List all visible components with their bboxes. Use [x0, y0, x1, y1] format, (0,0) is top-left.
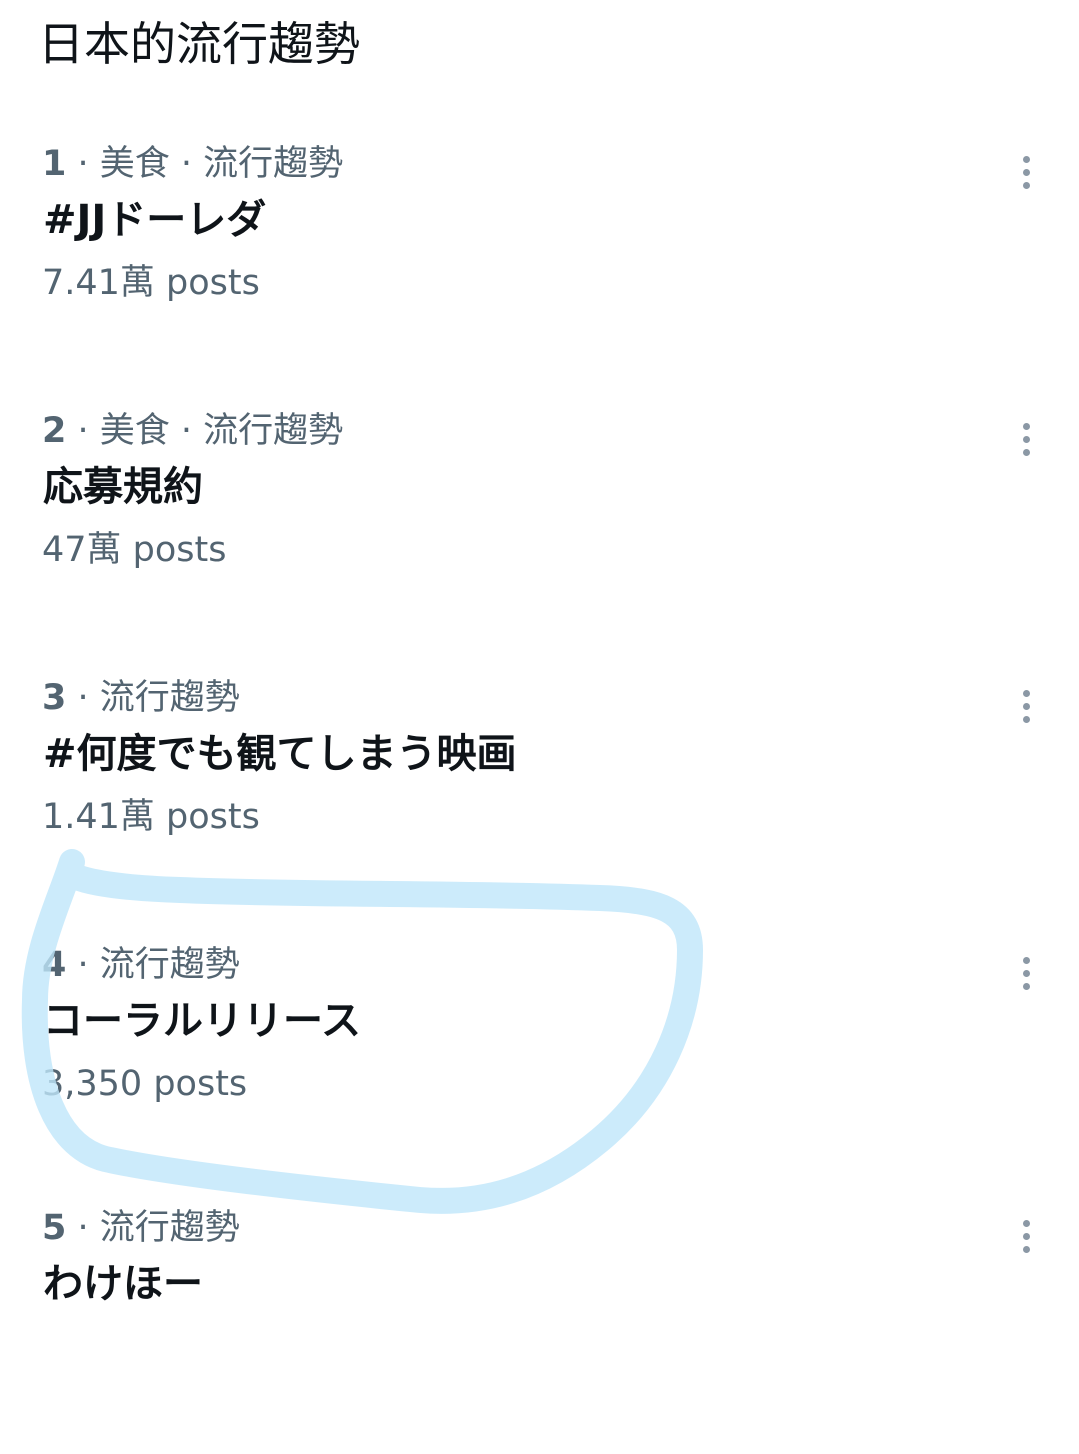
trend-name[interactable]: 応募規約: [43, 455, 203, 519]
more-vertical-icon: [1022, 956, 1030, 964]
more-options-button[interactable]: [1006, 943, 1046, 1003]
trend-meta: 4 · 流行趨勢: [42, 945, 240, 985]
trend-context: 美食 · 流行趨勢: [99, 411, 344, 451]
more-vertical-icon: [1022, 155, 1030, 163]
trend-context: 流行趨勢: [99, 1208, 240, 1248]
trend-context: 流行趨勢: [99, 945, 240, 985]
trend-meta: 1 · 美食 · 流行趨勢: [42, 144, 344, 184]
trend-name[interactable]: わけほー: [43, 1252, 203, 1316]
trend-post-count: 7.41萬 posts: [42, 263, 260, 303]
trend-rank: 1: [42, 144, 67, 184]
trend-rank: 5: [42, 1208, 67, 1248]
trend-post-count: 1.41萬 posts: [42, 797, 260, 837]
more-options-button[interactable]: [1006, 1206, 1046, 1266]
trend-rank: 4: [42, 945, 67, 985]
trend-rank: 2: [42, 411, 67, 451]
trend-item-4[interactable]: 4 · 流行趨勢 コーラルリリース 3,350 posts: [0, 941, 1079, 1191]
trend-item-2[interactable]: 2 · 美食 · 流行趨勢 応募規約 47萬 posts: [0, 407, 1079, 657]
trend-item-3[interactable]: 3 · 流行趨勢 #何度でも観てしまう映画 1.41萬 posts: [0, 674, 1079, 924]
page-title: 日本的流行趨勢: [38, 17, 360, 71]
more-vertical-icon: [1022, 689, 1030, 697]
trend-meta: 2 · 美食 · 流行趨勢: [42, 411, 344, 451]
trend-meta: 5 · 流行趨勢: [42, 1208, 240, 1248]
more-options-button[interactable]: [1006, 676, 1046, 736]
trend-name[interactable]: コーラルリリース: [43, 989, 361, 1053]
more-options-button[interactable]: [1006, 409, 1046, 469]
trend-meta: 3 · 流行趨勢: [42, 678, 240, 718]
trend-rank: 3: [42, 678, 67, 718]
trend-item-1[interactable]: 1 · 美食 · 流行趨勢 #JJドーレダ 7.41萬 posts: [0, 140, 1079, 390]
trend-item-5[interactable]: 5 · 流行趨勢 わけほー: [0, 1204, 1079, 1454]
trend-post-count: 3,350 posts: [42, 1064, 248, 1104]
more-vertical-icon: [1022, 1219, 1030, 1227]
trend-name[interactable]: #何度でも観てしまう映画: [43, 722, 517, 786]
trend-context: 流行趨勢: [99, 678, 240, 718]
more-vertical-icon: [1022, 422, 1030, 430]
trend-post-count: 47萬 posts: [42, 530, 227, 570]
more-options-button[interactable]: [1006, 142, 1046, 202]
trend-name[interactable]: #JJドーレダ: [43, 188, 266, 252]
trend-context: 美食 · 流行趨勢: [99, 144, 344, 184]
